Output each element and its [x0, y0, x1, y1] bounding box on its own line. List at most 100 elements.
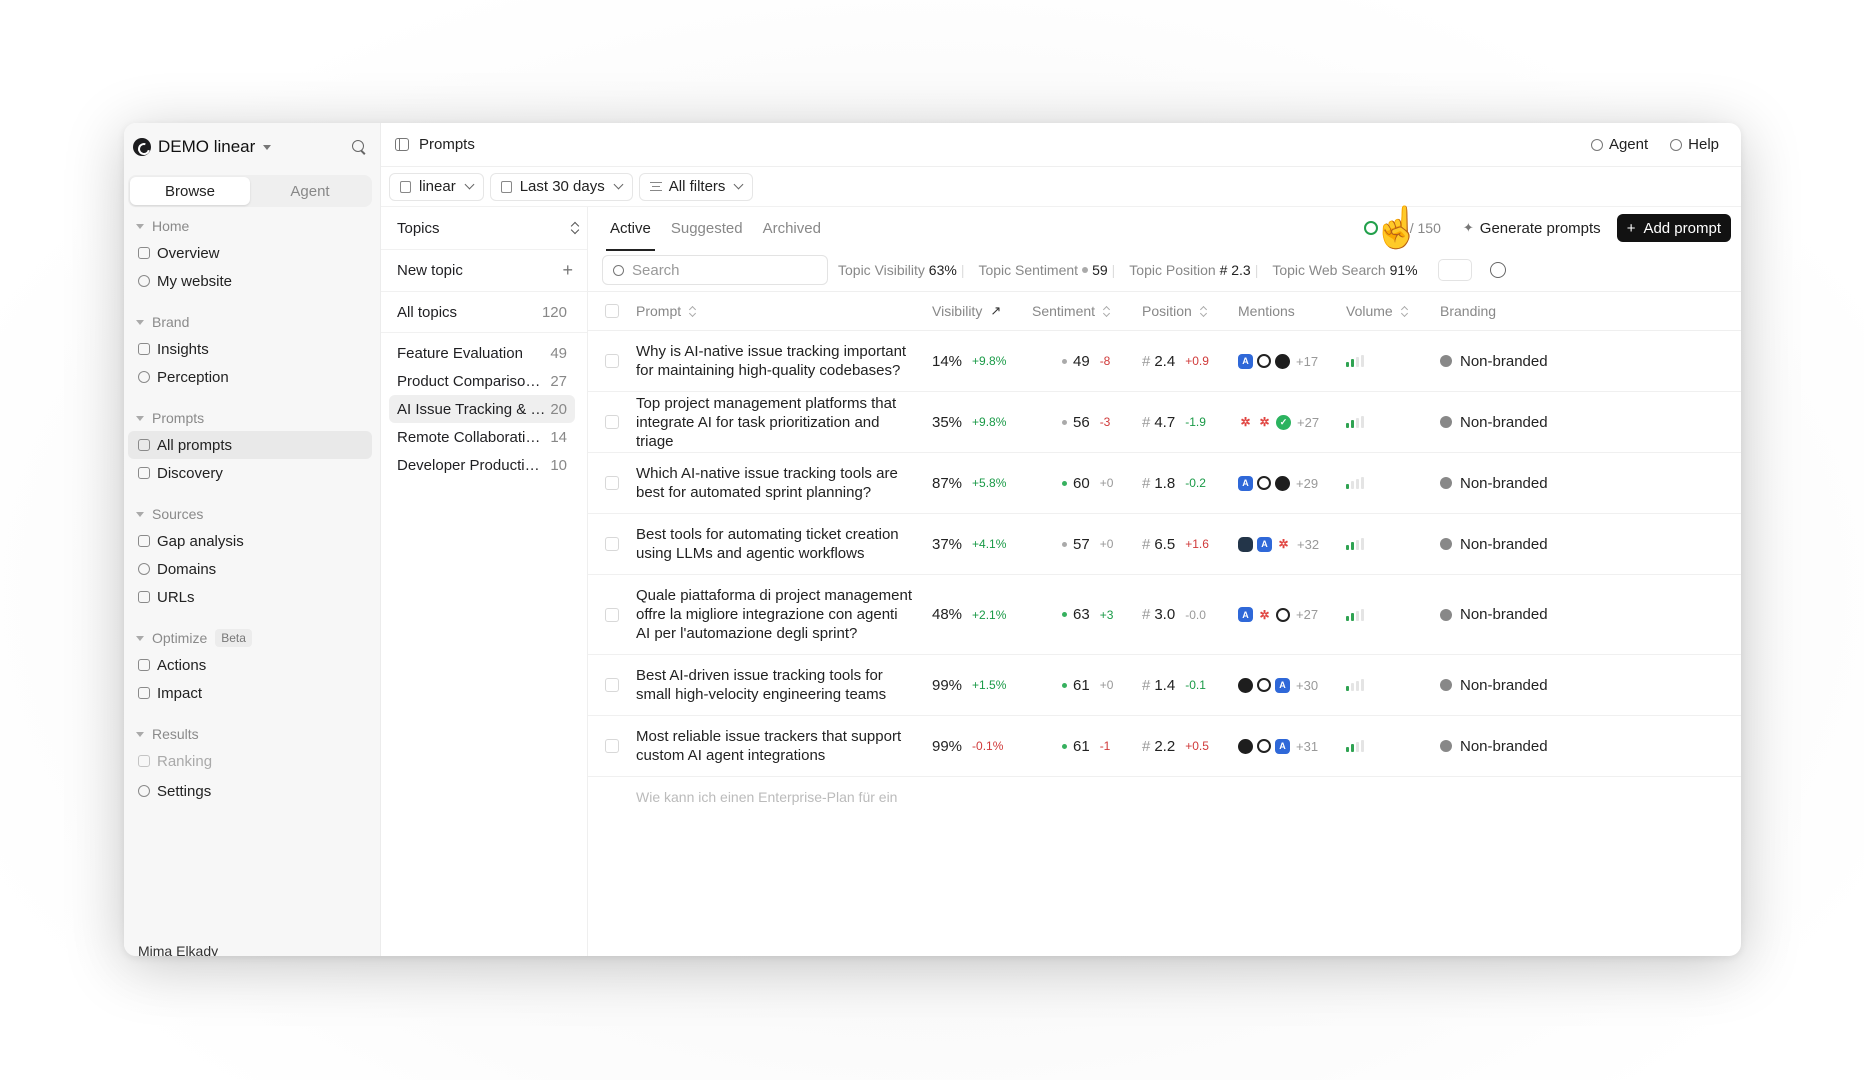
sidebar-item-my-website[interactable]: My website: [128, 267, 372, 295]
volume-bar: [1346, 423, 1349, 428]
prompt-text[interactable]: Best AI-driven issue tracking tools for …: [636, 666, 932, 704]
topic-name: AI Issue Tracking & Spri...: [397, 400, 547, 418]
nav-group-header[interactable]: Optimize Beta: [124, 625, 380, 651]
tab-browse[interactable]: Browse: [130, 177, 250, 205]
topics-title: Topics: [397, 219, 440, 237]
nav-group-header[interactable]: Sources: [124, 501, 380, 527]
nav-group-header[interactable]: Home: [124, 213, 380, 239]
topic-item[interactable]: Developer Productivity ...10: [389, 451, 575, 479]
all-filters-button[interactable]: All filters: [638, 172, 754, 201]
column-prompt[interactable]: Prompt: [636, 303, 932, 319]
row-checkbox[interactable]: [605, 415, 619, 429]
new-topic-button[interactable]: New topic +: [381, 249, 587, 291]
prompt-text[interactable]: Which AI-native issue tracking tools are…: [636, 464, 932, 502]
search-placeholder: Search: [632, 261, 680, 279]
project-select[interactable]: linear: [389, 172, 484, 201]
topics-header[interactable]: Topics: [381, 207, 587, 249]
topic-item[interactable]: Feature Evaluation 49: [389, 339, 575, 367]
all-topics-item[interactable]: All topics 120: [381, 291, 587, 333]
branding-value: Non-branded: [1460, 737, 1548, 755]
position-delta: -0.2: [1185, 476, 1206, 490]
row-checkbox[interactable]: [605, 537, 619, 551]
row-checkbox[interactable]: [605, 476, 619, 490]
sidebar-item-settings[interactable]: Settings: [128, 777, 372, 805]
column-mentions[interactable]: Mentions: [1238, 303, 1346, 319]
topic-count: 20: [550, 400, 567, 418]
topic-item[interactable]: AI Issue Tracking & Spri...20: [389, 395, 575, 423]
sidebar-item-perception[interactable]: Perception: [128, 363, 372, 391]
table-row[interactable]: Most reliable issue trackers that suppor…: [588, 716, 1741, 777]
user-menu[interactable]: Mima Elkady: [138, 943, 218, 956]
column-sentiment[interactable]: Sentiment: [1032, 303, 1142, 319]
nav-group-header[interactable]: Results: [124, 721, 380, 747]
row-checkbox[interactable]: [605, 354, 619, 368]
sidebar: DEMO linear Browse Agent Home Overview My …: [124, 123, 381, 956]
sidebar-item-insights[interactable]: Insights: [128, 335, 372, 363]
view-toggle-icon[interactable]: [1437, 259, 1472, 281]
sort-icon[interactable]: [571, 222, 579, 234]
table-row[interactable]: Quale piattaforma di project management …: [588, 575, 1741, 655]
prompt-text[interactable]: Most reliable issue trackers that suppor…: [636, 727, 932, 765]
tab-suggested[interactable]: Suggested: [663, 214, 751, 243]
table-row-partial[interactable]: Wie kann ich einen Enterprise-Plan für e…: [588, 777, 1741, 817]
column-position[interactable]: Position: [1142, 303, 1238, 319]
topic-item[interactable]: Remote Collaboration &...14: [389, 423, 575, 451]
tab-active[interactable]: Active: [602, 214, 659, 251]
topic-count: 27: [550, 372, 567, 390]
agent-button[interactable]: Agent: [1583, 132, 1656, 158]
sidebar-item-domains[interactable]: Domains: [128, 555, 372, 583]
sidebar-item-actions[interactable]: Actions: [128, 651, 372, 679]
column-branding[interactable]: Branding: [1440, 303, 1560, 319]
sidebar-item-gap-analysis[interactable]: Gap analysis: [128, 527, 372, 555]
tab-archived[interactable]: Archived: [755, 214, 829, 243]
sidebar-item-ranking[interactable]: Ranking: [128, 747, 372, 775]
row-checkbox[interactable]: [605, 678, 619, 692]
add-prompt-button[interactable]: + Add prompt: [1616, 214, 1731, 242]
mentions-more: +29: [1296, 475, 1319, 491]
sentiment-delta: +0: [1099, 678, 1114, 692]
branding-cell: Non-branded: [1440, 738, 1560, 755]
gear-icon[interactable]: [1489, 262, 1506, 278]
sidebar-item-label: Actions: [157, 656, 207, 674]
nav-group-header[interactable]: Prompts: [124, 405, 380, 431]
search-input[interactable]: Search: [602, 255, 828, 285]
topic-item[interactable]: Product Comparisons &...27: [389, 367, 575, 395]
hash-icon: #: [1142, 535, 1151, 553]
date-range-select[interactable]: Last 30 days: [489, 172, 633, 201]
hash-icon: #: [1142, 737, 1151, 755]
select-all-checkbox[interactable]: [605, 304, 619, 318]
nav-group-label: Home: [152, 218, 190, 234]
table-row[interactable]: Best AI-driven issue tracking tools for …: [588, 655, 1741, 716]
visibility-value: 37%: [932, 535, 963, 553]
generate-prompts-button[interactable]: ✦ Generate prompts: [1455, 214, 1609, 242]
row-checkbox[interactable]: [605, 607, 619, 622]
table-row[interactable]: Top project management platforms that in…: [588, 392, 1741, 453]
table-row[interactable]: Best tools for automating ticket creatio…: [588, 514, 1741, 575]
sidebar-item-all-prompts[interactable]: All prompts: [128, 431, 372, 459]
nav-group: Optimize Beta Actions Impact: [124, 625, 380, 707]
table-row[interactable]: Why is AI-native issue tracking importan…: [588, 331, 1741, 392]
column-visibility[interactable]: Visibility ↗: [932, 303, 1032, 319]
volume-bar: [1356, 681, 1359, 691]
sidebar-item-impact[interactable]: Impact: [128, 679, 372, 707]
table-row[interactable]: Which AI-native issue tracking tools are…: [588, 453, 1741, 514]
globe-icon: [138, 563, 150, 575]
row-checkbox[interactable]: [605, 739, 619, 753]
workspace-switcher[interactable]: DEMO linear: [133, 135, 368, 159]
nav-group-header[interactable]: Brand: [124, 309, 380, 335]
hash-icon: #: [1142, 606, 1151, 623]
prompt-text[interactable]: Top project management platforms that in…: [636, 394, 932, 451]
prompt-text[interactable]: Quale piattaforma di project management …: [636, 586, 932, 643]
tab-agent[interactable]: Agent: [250, 177, 370, 205]
sidebar-toggle-icon[interactable]: [395, 138, 409, 151]
volume-cell: [1346, 740, 1440, 752]
sidebar-item-discovery[interactable]: Discovery: [128, 459, 372, 487]
column-volume[interactable]: Volume: [1346, 303, 1440, 319]
prompt-text[interactable]: Why is AI-native issue tracking importan…: [636, 342, 932, 380]
sidebar-item-urls[interactable]: URLs: [128, 583, 372, 611]
help-button[interactable]: Help: [1662, 132, 1727, 158]
position-value: 4.7: [1154, 413, 1176, 431]
sidebar-item-overview[interactable]: Overview: [128, 239, 372, 267]
prompt-text[interactable]: Best tools for automating ticket creatio…: [636, 525, 932, 563]
search-icon[interactable]: [350, 138, 368, 156]
